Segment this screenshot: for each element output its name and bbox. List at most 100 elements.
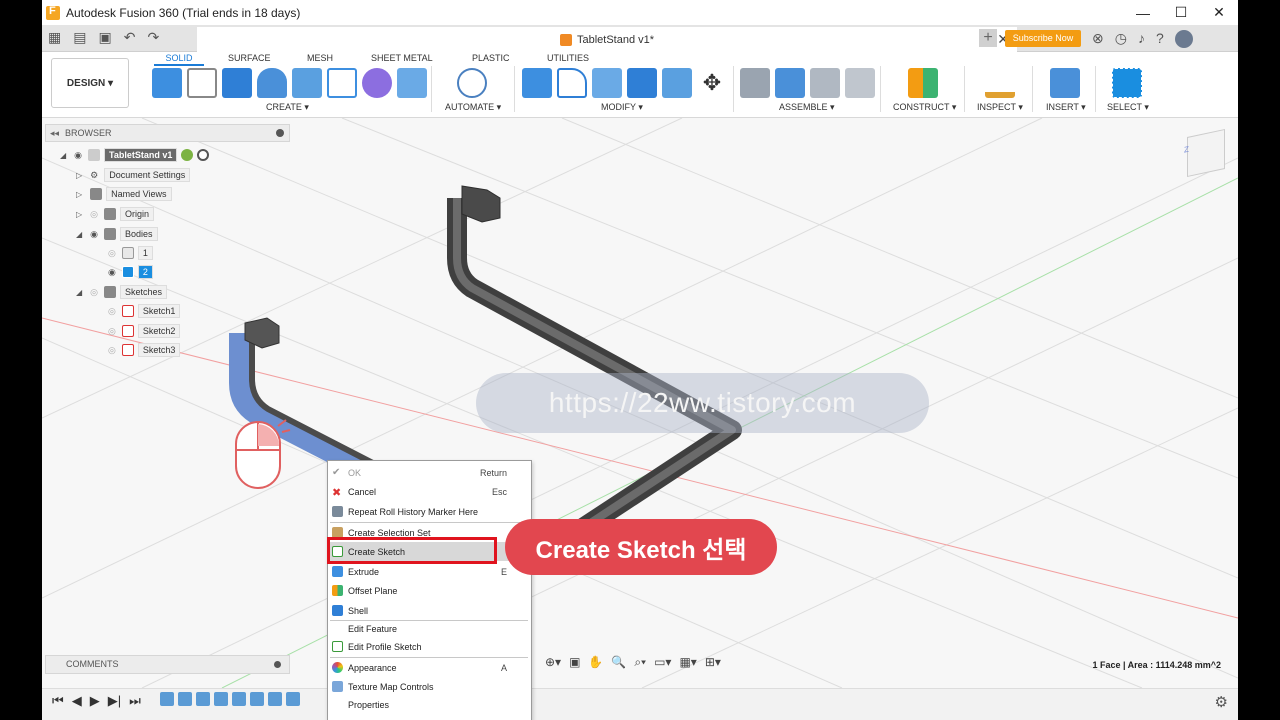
save-icon[interactable]: ▣ bbox=[98, 29, 111, 46]
tree-item-body-1[interactable]: ◎ 1 bbox=[108, 246, 153, 260]
hidden-eye-icon[interactable]: ◎ bbox=[90, 209, 98, 220]
step-forward-icon[interactable]: ▶| bbox=[108, 693, 121, 709]
maximize-button[interactable]: ☐ bbox=[1162, 0, 1200, 25]
timeline-feature-icon[interactable] bbox=[286, 692, 300, 706]
comments-panel[interactable]: COMMENTS bbox=[45, 655, 290, 674]
tree-item-bodies[interactable]: ◢ ◉ Bodies bbox=[76, 227, 158, 241]
go-to-end-icon[interactable]: ⏭ bbox=[129, 693, 141, 709]
offset-plane-icon[interactable] bbox=[908, 68, 938, 98]
menu-item-shell[interactable]: Shell bbox=[328, 601, 531, 620]
hidden-eye-icon[interactable]: ◎ bbox=[90, 287, 98, 298]
timeline-feature-icon[interactable] bbox=[160, 692, 174, 706]
go-to-start-icon[interactable]: ⏮ bbox=[52, 693, 64, 709]
menu-item-edit-feature[interactable]: Edit Feature bbox=[328, 619, 531, 638]
move-copy-icon[interactable]: ✥ bbox=[697, 68, 727, 98]
tree-item-named-views[interactable]: ▷ Named Views bbox=[76, 187, 172, 201]
timeline-settings-gear-icon[interactable]: ⚙ bbox=[1215, 693, 1228, 711]
construct-group-label[interactable]: CONSTRUCT ▾ bbox=[893, 102, 956, 113]
extensions-icon[interactable]: ⊗ bbox=[1092, 30, 1104, 48]
file-menu-icon[interactable]: ▤ bbox=[73, 29, 86, 46]
menu-item-ok[interactable]: ✔ OK Return bbox=[328, 463, 531, 482]
inspect-group-label[interactable]: INSPECT ▾ bbox=[977, 102, 1023, 113]
look-at-icon[interactable]: ▣ bbox=[569, 655, 580, 670]
undo-icon[interactable]: ↶ bbox=[124, 29, 136, 46]
visibility-eye-icon[interactable]: ◉ bbox=[90, 229, 98, 240]
tab-sheet-metal[interactable]: SHEET METAL bbox=[371, 53, 433, 63]
visibility-eye-icon[interactable]: ◉ bbox=[74, 150, 82, 161]
create-sketch-icon[interactable] bbox=[187, 68, 217, 98]
assemble-group-label[interactable]: ASSEMBLE ▾ bbox=[779, 102, 835, 113]
timeline-feature-icon[interactable] bbox=[232, 692, 246, 706]
add-comment-icon[interactable] bbox=[274, 661, 281, 668]
activate-component-icon[interactable] bbox=[197, 149, 210, 161]
expand-arrow-icon[interactable]: ◢ bbox=[76, 288, 82, 297]
pan-hand-icon[interactable]: ✋ bbox=[588, 655, 603, 670]
pattern-icon[interactable] bbox=[327, 68, 357, 98]
collapse-panel-icon[interactable]: ◂◂ bbox=[50, 128, 59, 139]
data-panel-grid-icon[interactable]: ▦ bbox=[48, 29, 61, 46]
tab-utilities[interactable]: UTILITIES bbox=[547, 53, 589, 63]
redo-icon[interactable]: ↷ bbox=[147, 29, 159, 46]
tab-solid[interactable]: SOLID bbox=[154, 53, 204, 66]
tab-mesh[interactable]: MESH bbox=[307, 53, 333, 63]
tree-item-body-2[interactable]: ◉ 2 bbox=[108, 265, 153, 279]
fit-icon[interactable]: ⌕▾ bbox=[634, 655, 646, 670]
menu-item-extrude[interactable]: Extrude E bbox=[328, 562, 531, 581]
joint-icon[interactable] bbox=[740, 68, 770, 98]
tree-item-root[interactable]: ◢ ◉ TabletStand v1 bbox=[60, 148, 213, 162]
viewports-icon[interactable]: ⊞▾ bbox=[705, 655, 721, 670]
workspace-switcher[interactable]: DESIGN ▾ bbox=[51, 58, 129, 108]
box-icon[interactable] bbox=[397, 68, 427, 98]
shell-icon[interactable] bbox=[627, 68, 657, 98]
new-component-icon[interactable] bbox=[152, 68, 182, 98]
insert-image-icon[interactable] bbox=[1050, 68, 1080, 98]
select-icon[interactable] bbox=[1112, 68, 1142, 98]
notifications-bell-icon[interactable]: ♪ bbox=[1138, 30, 1145, 48]
minimize-button[interactable]: — bbox=[1124, 0, 1162, 25]
menu-item-appearance[interactable]: Appearance A bbox=[328, 658, 531, 677]
play-icon[interactable]: ▶ bbox=[90, 693, 100, 709]
revolve-icon[interactable] bbox=[257, 68, 287, 98]
document-tab[interactable]: TabletStand v1* ✕ bbox=[197, 27, 1017, 52]
menu-item-edit-profile-sketch[interactable]: Edit Profile Sketch bbox=[328, 637, 531, 656]
job-status-icon[interactable]: ◷ bbox=[1115, 30, 1127, 48]
select-group-label[interactable]: SELECT ▾ bbox=[1107, 102, 1149, 113]
automate-group-label[interactable]: AUTOMATE ▾ bbox=[445, 102, 501, 113]
new-tab-button[interactable]: + bbox=[979, 29, 997, 47]
tree-item-sketches[interactable]: ◢ ◎ Sketches bbox=[76, 285, 168, 299]
create-form-icon[interactable] bbox=[362, 68, 392, 98]
create-group-label[interactable]: CREATE ▾ bbox=[266, 102, 309, 113]
panel-pin-icon[interactable] bbox=[276, 129, 284, 137]
expand-arrow-icon[interactable]: ◢ bbox=[76, 230, 82, 239]
grid-settings-icon[interactable]: ▦▾ bbox=[679, 655, 696, 670]
tab-plastic[interactable]: PLASTIC bbox=[472, 53, 510, 63]
timeline-feature-icon[interactable] bbox=[178, 692, 192, 706]
hidden-eye-icon[interactable]: ◎ bbox=[108, 326, 116, 337]
new-component-assemble-icon[interactable] bbox=[775, 68, 805, 98]
chamfer-icon[interactable] bbox=[592, 68, 622, 98]
tab-surface[interactable]: SURFACE bbox=[228, 53, 271, 63]
hidden-eye-icon[interactable]: ◎ bbox=[108, 248, 116, 259]
menu-item-repeat-roll-history[interactable]: Repeat Roll History Marker Here bbox=[328, 502, 531, 521]
tree-item-sketch2[interactable]: ◎ Sketch2 bbox=[108, 324, 181, 338]
timeline-feature-icon[interactable] bbox=[196, 692, 210, 706]
help-icon[interactable]: ? bbox=[1156, 30, 1164, 48]
press-pull-icon[interactable] bbox=[522, 68, 552, 98]
browser-header[interactable]: ◂◂ BROWSER bbox=[45, 124, 290, 142]
extrude-icon[interactable] bbox=[222, 68, 252, 98]
measure-icon[interactable] bbox=[985, 68, 1015, 98]
subscribe-button[interactable]: Subscribe Now bbox=[1005, 30, 1081, 47]
hidden-eye-icon[interactable]: ◎ bbox=[108, 306, 116, 317]
timeline-feature-icon[interactable] bbox=[214, 692, 228, 706]
menu-item-properties[interactable]: Properties bbox=[328, 695, 531, 714]
tree-item-document-settings[interactable]: ▷ ⚙ Document Settings bbox=[76, 168, 191, 182]
expand-arrow-icon[interactable]: ◢ bbox=[60, 151, 66, 160]
step-back-icon[interactable]: ◀ bbox=[72, 693, 82, 709]
orbit-icon[interactable]: ⊕▾ bbox=[545, 655, 561, 670]
close-window-button[interactable]: ✕ bbox=[1200, 0, 1238, 25]
expand-arrow-icon[interactable]: ▷ bbox=[76, 171, 82, 180]
combine-icon[interactable] bbox=[662, 68, 692, 98]
menu-item-texture-map-controls[interactable]: Texture Map Controls bbox=[328, 677, 531, 696]
expand-arrow-icon[interactable]: ▷ bbox=[76, 190, 82, 199]
menu-item-offset-plane[interactable]: Offset Plane bbox=[328, 581, 531, 600]
